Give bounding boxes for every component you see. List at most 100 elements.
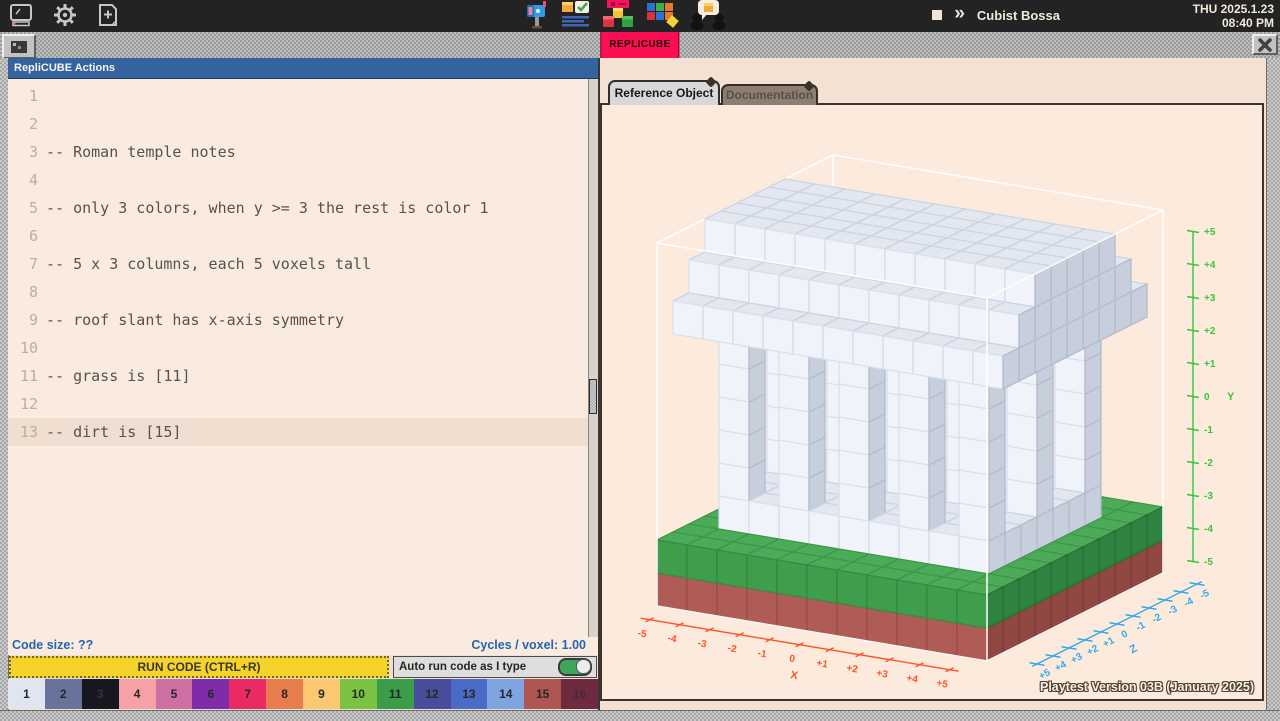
axis-label: +3: [875, 668, 889, 681]
palette-swatch-2[interactable]: 2: [44, 679, 82, 709]
axis-label: 0: [1120, 628, 1130, 641]
palette-swatch-10[interactable]: 10: [339, 679, 377, 709]
code-text: -- roof slant has x-axis symmetry: [46, 311, 345, 329]
window-tab[interactable]: REPLICUBE: [600, 32, 680, 58]
code-text: -- Roman temple notes: [46, 143, 236, 161]
computer-icon[interactable]: [8, 2, 34, 28]
code-text: -- only 3 colors, when y >= 3 the rest i…: [46, 199, 489, 217]
palette-swatch-9[interactable]: 9: [303, 679, 340, 709]
right-scroll-strip[interactable]: [1266, 58, 1280, 720]
community-icon[interactable]: [688, 0, 728, 30]
code-line[interactable]: 2: [8, 110, 588, 138]
code-line[interactable]: 4: [8, 166, 588, 194]
axis-label: -5: [1204, 557, 1213, 568]
system-bar-apps: [524, 0, 728, 30]
palette-swatch-4[interactable]: 4: [118, 679, 156, 709]
code-line[interactable]: 7 -- 5 x 3 columns, each 5 voxels tall: [8, 250, 588, 278]
axis-label: -3: [697, 638, 708, 650]
line-number: 11: [19, 367, 38, 385]
code-text: -- grass is [11]: [46, 367, 191, 385]
system-bar: » Cubist Bossa THU 2025.1.23 08:40 PM: [0, 0, 1280, 34]
toggle-knob[interactable]: [576, 659, 591, 674]
line-number: 8: [28, 283, 38, 301]
palette-swatch-5[interactable]: 5: [155, 679, 193, 709]
tab-documentation[interactable]: Documentation: [721, 84, 818, 105]
code-line[interactable]: 11 -- grass is [11]: [8, 362, 588, 390]
palette-swatch-7[interactable]: 7: [229, 679, 267, 709]
puzzles-icon[interactable]: [645, 0, 679, 30]
palette-swatch-8[interactable]: 8: [266, 679, 303, 709]
axis-label: +4: [1204, 260, 1216, 271]
voxel-viewport[interactable]: -5 -4 -3 -2 -1 0 +1 +2 +3 +4 +5 X -5 -4 -3 -2 -1 0 +1 +2 +3 +…: [600, 103, 1264, 701]
bottom-scroll-strip[interactable]: [0, 710, 1280, 721]
date-label: THU 2025.1.23: [1192, 2, 1274, 16]
palette-swatch-1[interactable]: 1: [8, 679, 45, 709]
axis-label: -2: [727, 643, 738, 655]
code-line[interactable]: 3 -- Roman temple notes: [8, 138, 588, 166]
editor-scrollbar[interactable]: [588, 79, 598, 637]
axis-label: +2: [1204, 326, 1216, 337]
voxel-model: [656, 178, 1164, 662]
scrollbar-thumb[interactable]: [589, 379, 597, 414]
axis-label: -2: [1204, 458, 1213, 469]
code-line[interactable]: 13 -- dirt is [15]: [8, 418, 588, 446]
stop-icon[interactable]: [932, 10, 943, 20]
run-code-button[interactable]: RUN CODE (CTRL+R): [9, 656, 389, 678]
palette-swatch-13[interactable]: 13: [450, 679, 488, 709]
axis-label: -1: [757, 648, 768, 660]
music-player: » Cubist Bossa: [932, 0, 1060, 30]
line-number: 4: [28, 171, 38, 189]
code-line[interactable]: 5 -- only 3 colors, when y >= 3 the rest …: [8, 194, 588, 222]
axis-label: 0: [788, 653, 796, 665]
palette-swatch-14[interactable]: 14: [487, 679, 525, 709]
palette-swatch-6[interactable]: 6: [192, 679, 230, 709]
tasks-icon[interactable]: [561, 1, 591, 29]
code-line[interactable]: 10: [8, 334, 588, 362]
track-title: Cubist Bossa: [976, 7, 1060, 23]
code-line[interactable]: 1: [8, 82, 588, 110]
editor-status-row: Code size: ?? Cycles / voxel: 1.00: [8, 637, 598, 655]
palette-swatch-11[interactable]: 11: [376, 679, 414, 709]
palette-swatch-15[interactable]: 15: [524, 679, 562, 709]
axis-label: +1: [1101, 635, 1117, 650]
time-label: 08:40 PM: [1221, 16, 1274, 30]
code-line[interactable]: 9 -- roof slant has x-axis symmetry: [8, 306, 588, 334]
axis-label: +4: [905, 673, 919, 686]
settings-gear-icon[interactable]: [52, 2, 78, 28]
axis-label: +3: [1204, 293, 1216, 304]
code-line[interactable]: 8: [8, 278, 588, 306]
palette-swatch-3[interactable]: 3: [81, 679, 119, 709]
code-editor[interactable]: 1 2 3 -- Roman temple notes 4 5 -- only 3 colo…: [8, 79, 588, 637]
auto-run-toggle[interactable]: [558, 658, 592, 676]
new-file-icon[interactable]: [96, 2, 120, 28]
tab-reference-object[interactable]: Reference Object: [608, 80, 720, 105]
next-track-icon[interactable]: »: [954, 4, 965, 23]
code-line[interactable]: 6: [8, 222, 588, 250]
axis-label: -5: [1198, 588, 1211, 602]
palette-swatch-16[interactable]: 16: [561, 679, 598, 709]
axis-label: +5: [935, 678, 949, 691]
palette-swatch-12[interactable]: 12: [413, 679, 451, 709]
mailbox-icon[interactable]: [524, 0, 552, 30]
close-icon[interactable]: [1252, 34, 1278, 55]
window-menu-icon[interactable]: [2, 34, 36, 59]
code-size-label: Code size: ??: [12, 638, 94, 652]
axis-label: -1: [1204, 425, 1213, 436]
code-line[interactable]: 12: [8, 390, 588, 418]
system-bar-left: [8, 0, 120, 30]
line-number: 9: [28, 311, 38, 329]
axis-label: +4: [1053, 659, 1069, 674]
axis-label: -2: [1150, 612, 1163, 626]
window-title-bar[interactable]: REPLICUBE: [0, 32, 1280, 59]
voxel-scene[interactable]: -5 -4 -3 -2 -1 0 +1 +2 +3 +4 +5X-5-4-3-2-10+1+2+3+…: [602, 105, 1262, 699]
axis-label: 0: [1204, 392, 1210, 403]
replicube-logo-icon[interactable]: [600, 0, 636, 30]
color-palette: 1 2 3 4 5 6 7 8 9 10 11 12 13 14 15 16: [8, 679, 598, 709]
auto-run-label: Auto run code as I type: [399, 661, 527, 673]
axis-label: Y: [1227, 391, 1235, 403]
axis-label: -4: [1204, 524, 1213, 535]
line-number: 12: [19, 395, 38, 413]
axis-label: Z: [1128, 642, 1140, 656]
line-number: 3: [28, 143, 38, 161]
axis-label: +3: [1069, 651, 1085, 666]
